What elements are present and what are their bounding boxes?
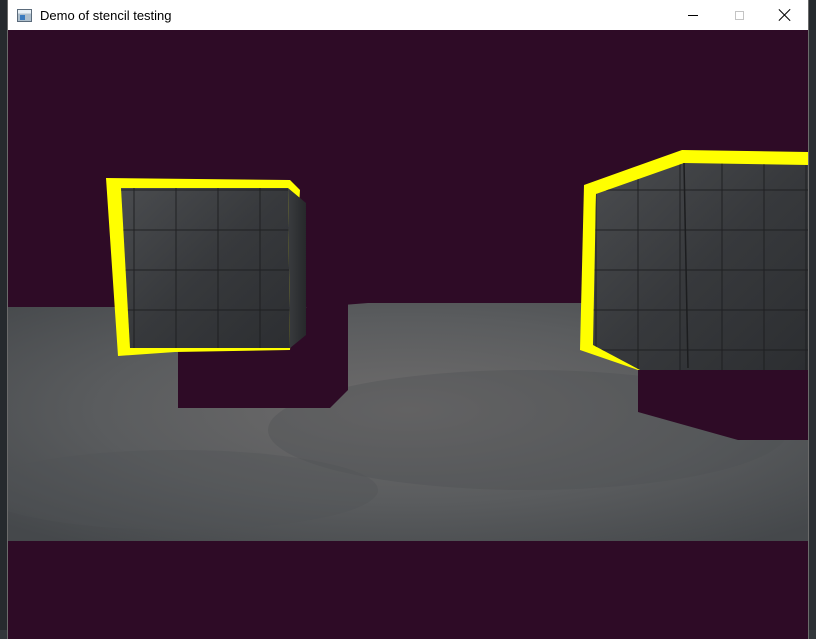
demo-window[interactable]: Demo of stencil testing	[8, 0, 808, 639]
window-controls	[670, 0, 808, 30]
app-window-icon	[17, 8, 32, 22]
left-crate-tiles	[121, 188, 290, 348]
right-crate-tiles	[593, 163, 808, 370]
close-button[interactable]	[762, 0, 808, 30]
maximize-icon	[734, 10, 744, 20]
title-bar[interactable]: Demo of stencil testing	[8, 0, 808, 30]
minimize-button[interactable]	[670, 0, 716, 30]
close-icon	[779, 9, 791, 21]
opengl-viewport[interactable]	[8, 30, 808, 639]
scene-render	[8, 30, 808, 639]
lower-clear-band	[8, 541, 808, 639]
window-title: Demo of stencil testing	[40, 7, 172, 23]
left-crate-side	[288, 188, 306, 348]
minimize-icon	[688, 14, 698, 16]
background-editor-edge	[808, 30, 816, 639]
maximize-button[interactable]	[716, 0, 762, 30]
